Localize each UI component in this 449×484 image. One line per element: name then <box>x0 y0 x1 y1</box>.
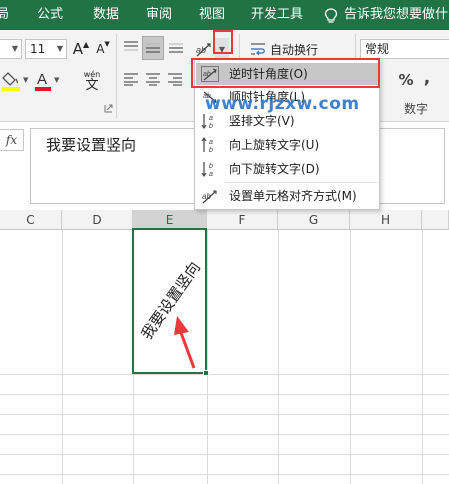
formula-value: 我要设置竖向 <box>46 136 137 154</box>
gridline <box>0 394 449 395</box>
svg-text:a: a <box>209 115 213 122</box>
vertical-text-icon: a b <box>201 114 213 129</box>
gridline <box>278 230 279 484</box>
font-size-value: 11 <box>30 42 46 56</box>
dialog-launcher-icon <box>104 104 112 112</box>
lightbulb-icon <box>324 8 338 23</box>
menu-item-rotate-text-up[interactable]: a b 向上旋转文字(U) <box>196 134 378 156</box>
chevron-down-icon: ▼ <box>11 44 18 53</box>
bottom-align-icon <box>169 43 183 53</box>
top-align-button[interactable] <box>121 36 141 58</box>
annotation-arrow-icon <box>174 316 196 369</box>
chevron-down-icon: ▼ <box>56 44 63 53</box>
gridline <box>0 434 449 435</box>
column-header-c[interactable]: C <box>0 210 62 230</box>
gridline <box>422 230 423 484</box>
orientation-dropdown-highlight <box>213 30 233 54</box>
top-align-icon <box>124 41 138 51</box>
phonetic-char: 文 <box>85 77 99 93</box>
comma-style-button[interactable]: , <box>420 67 434 89</box>
column-header-g[interactable]: G <box>278 210 350 230</box>
column-header-e[interactable]: E <box>133 210 207 230</box>
worksheet-grid[interactable] <box>0 230 449 484</box>
grow-font-button[interactable]: A ▲ <box>71 38 91 60</box>
separator <box>116 34 117 118</box>
menu-separator <box>225 182 377 183</box>
svg-text:b: b <box>209 123 213 129</box>
wrap-text-button[interactable]: 自动换行 <box>250 38 346 60</box>
tab-formulas[interactable]: 公式 <box>37 0 63 30</box>
gridline <box>207 230 208 484</box>
align-right-button[interactable] <box>165 68 185 90</box>
gridline <box>0 474 449 475</box>
percent-label: % <box>398 71 414 89</box>
tab-view[interactable]: 视图 <box>199 0 225 30</box>
format-cell-alignment-icon: ab <box>202 190 217 204</box>
menu-bar: 局 公式 数据 审阅 视图 开发工具 告诉我您想要做什么 <box>0 0 449 30</box>
tab-developer[interactable]: 开发工具 <box>251 0 303 30</box>
watermark-text: www.rjzxw.com <box>205 94 360 114</box>
column-header-f[interactable]: F <box>207 210 278 230</box>
align-right-icon <box>168 73 182 86</box>
number-format-value: 常规 <box>365 42 390 56</box>
comma-label: , <box>423 68 431 88</box>
wrap-text-icon <box>251 43 265 56</box>
tell-me-text: 告诉我您想要做什么 <box>344 7 449 22</box>
align-center-button[interactable] <box>143 68 163 90</box>
svg-text:a: a <box>209 171 213 177</box>
svg-text:▼: ▼ <box>23 76 29 84</box>
svg-text:▼: ▼ <box>54 76 60 84</box>
insert-function-button[interactable]: fx <box>0 129 24 151</box>
menu-item-label: 向上旋转文字(U) <box>229 138 320 152</box>
svg-text:A: A <box>37 71 47 88</box>
column-header-d[interactable]: D <box>62 210 133 230</box>
rotate-text-up-icon: a b <box>201 137 213 153</box>
svg-text:ab: ab <box>196 45 206 55</box>
menu-item-rotate-text-down[interactable]: b a 向下旋转文字(D) <box>196 158 378 180</box>
font-size-select[interactable]: 11 ▼ <box>25 39 67 59</box>
svg-text:b: b <box>209 147 213 153</box>
shrink-font-button[interactable]: A ▼ <box>93 38 113 60</box>
align-center-icon <box>146 73 160 86</box>
column-header-next[interactable] <box>422 210 449 230</box>
gridline <box>0 454 449 455</box>
tab-review[interactable]: 审阅 <box>146 0 172 30</box>
tab-data[interactable]: 数据 <box>93 0 119 30</box>
gridline <box>0 374 449 375</box>
font-dialog-launcher[interactable] <box>102 102 114 114</box>
grow-font-label: A <box>72 40 84 58</box>
svg-text:a: a <box>209 139 213 146</box>
orientation-icon: ab <box>196 43 211 57</box>
tab-page-layout[interactable]: 局 <box>0 0 9 30</box>
phonetic-guide-button[interactable]: wén 文 <box>76 67 108 95</box>
align-left-button[interactable] <box>121 68 141 90</box>
caret-up-icon: ▲ <box>83 39 90 49</box>
svg-text:b: b <box>209 163 213 170</box>
shrink-font-label: A <box>96 42 105 56</box>
font-color-button[interactable]: A ▼ <box>34 68 62 92</box>
bottom-align-button[interactable] <box>166 36 186 58</box>
font-color-icon: A ▼ <box>35 71 60 91</box>
gridline <box>62 230 63 484</box>
align-left-icon <box>124 73 138 86</box>
gridline <box>350 230 351 484</box>
fill-color-button[interactable]: ▼ <box>0 68 32 92</box>
rotate-text-down-icon: b a <box>201 162 213 177</box>
menu-item-highlight-box <box>191 58 380 88</box>
middle-align-button[interactable] <box>142 36 164 60</box>
column-header-h[interactable]: H <box>350 210 422 230</box>
menu-item-format-cell-alignment[interactable]: ab 设置单元格对齐方式(M) <box>196 185 378 207</box>
font-name-select[interactable]: ▼ <box>0 39 22 59</box>
number-format-select[interactable]: 常规 <box>360 39 449 59</box>
orientation-button[interactable]: ab <box>194 38 214 60</box>
percent-style-button[interactable]: % <box>396 69 416 91</box>
menu-item-label: 设置单元格对齐方式(M) <box>229 189 357 203</box>
number-group-label: 数字 <box>404 102 429 116</box>
fill-bucket-icon: ▼ <box>2 72 29 91</box>
caret-down-icon: ▼ <box>104 40 110 48</box>
wrap-text-label: 自动换行 <box>270 42 319 57</box>
gridline <box>0 414 449 415</box>
middle-align-icon <box>146 43 160 53</box>
menu-item-label: 向下旋转文字(D) <box>229 162 320 176</box>
